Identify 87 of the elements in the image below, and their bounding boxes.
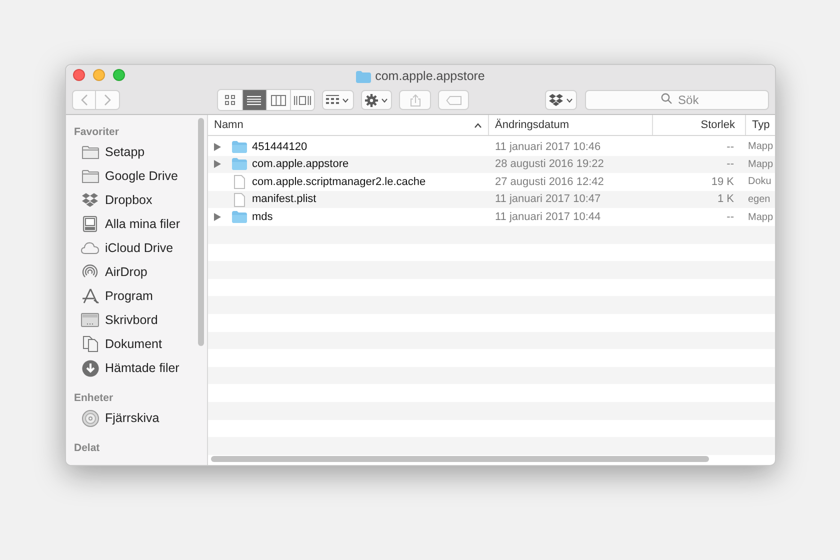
arrange-button[interactable] [322,90,354,110]
type-cell-text: egen [748,193,770,208]
document-icon [234,192,244,207]
file-name[interactable]: mds [252,208,273,226]
dropbox-button[interactable] [545,90,578,110]
date-cell-text: 11 januari 2017 10:44 [495,210,601,225]
sidebar-item[interactable]: Fjärrskiva [66,406,207,430]
table-row[interactable]: com.apple.appstore 28 augusti 2016 19:22 -- Mapp [208,156,775,174]
sidebar-item[interactable]: Alla mina filer [66,212,207,236]
type-cell-text: Mapp [748,158,774,172]
sidebar-item[interactable]: Dokument [66,332,207,356]
sidebar-item[interactable]: Hämtade filer [66,356,207,380]
file-cabinet-icon [83,216,97,232]
sidebar-item[interactable]: Google Drive [66,164,207,188]
cloud-icon [81,242,99,254]
date-cell-text: 28 augusti 2016 19:22 [495,157,604,172]
type-cell-text: Doku [748,175,772,190]
document-icon [234,174,244,189]
column-header[interactable]: Storlek [652,115,745,135]
dropbox-icon [82,193,98,207]
action-button[interactable] [360,90,392,110]
search-field[interactable]: Sök [585,90,770,110]
size-cell-text: 19 K [711,174,734,190]
section-heading: Delat [73,441,101,456]
section-heading: Favoriter [73,125,120,140]
column-header[interactable]: Namn [208,115,488,135]
sidebar-item[interactable]: Program [66,284,207,308]
caret-icon [566,98,574,102]
search-icon [661,93,672,104]
chevron-left-icon [80,94,88,106]
file-name[interactable]: manifest.plist [252,191,316,208]
disclosure-triangle-icon[interactable] [214,213,221,222]
table-row[interactable]: manifest.plist 11 januari 2017 10:47 1 K egen [208,190,775,208]
file-name[interactable]: com.apple.appstore [252,156,349,173]
sidebar-item[interactable]: Dropbox [66,188,207,212]
date-cell-text: 11 januari 2017 10:47 [495,192,601,208]
download-icon [82,360,98,376]
disc-icon [82,410,98,426]
type-cell-text: Mapp [748,210,774,225]
type-cell-text: Mapp [748,140,774,154]
column-view-icon [271,94,286,106]
sidebar-item[interactable]: Setapp [66,140,207,164]
disclosure-triangle-icon[interactable] [214,142,221,151]
documents-icon [82,336,98,352]
grid-icon [326,95,340,105]
desktop-icon [81,313,99,327]
size-cell-text: -- [726,210,734,225]
section-heading: Enheter [73,391,114,406]
sidebar-item[interactable]: AirDrop [66,260,207,284]
folder-icon [82,170,98,182]
tag-icon [446,96,462,104]
zoom-button[interactable] [113,69,125,81]
caret-icon [380,98,388,102]
size-cell-text: -- [726,140,734,155]
apps-icon [82,288,98,304]
folder-icon [232,140,246,153]
size-cell-text: -- [726,157,734,172]
view-button[interactable] [218,90,242,110]
file-name[interactable]: com.apple.scriptmanager2.le.cache [252,174,426,190]
sidebar-item[interactable]: Skrivbord [66,308,207,332]
file-name[interactable]: 451444120 [252,138,308,156]
list-view-icon [247,94,262,106]
caret-icon [342,98,350,102]
folder-icon [232,158,246,170]
folder-icon [356,70,372,82]
view-button[interactable] [290,90,314,110]
view-button[interactable] [266,90,290,110]
cover-flow-icon [294,94,312,106]
size-cell-text: 1 K [717,192,734,208]
sidebar-item[interactable]: iCloud Drive [66,236,207,260]
date-cell-text: 27 augusti 2016 12:42 [495,174,604,190]
window-title: com.apple.appstore [375,68,485,86]
view-button[interactable] [242,90,266,110]
airdrop-icon [82,264,98,280]
close-button[interactable] [73,69,85,81]
sort-ascending-icon [474,122,482,128]
chevron-right-icon [104,94,111,106]
disclosure-triangle-icon[interactable] [214,160,221,168]
column-header[interactable]: Ändringsdatum [488,115,652,135]
gear-icon [364,94,378,106]
column-header[interactable]: Typ [745,115,775,135]
dropbox-icon [549,94,564,106]
folder-icon [232,211,246,224]
date-cell-text: 11 januari 2017 10:46 [495,140,601,155]
folder-icon [82,146,98,158]
share-icon [410,94,421,106]
icon-view-icon [224,95,235,105]
